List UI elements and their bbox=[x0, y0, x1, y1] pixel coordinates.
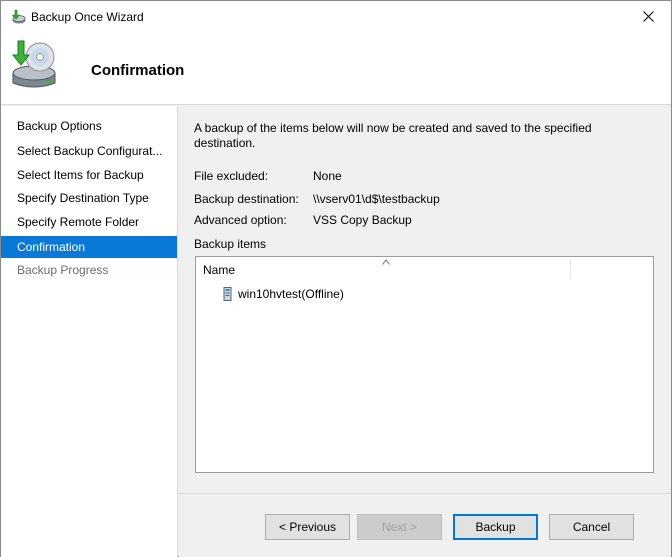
list-column-header[interactable]: Name bbox=[196, 257, 653, 281]
sidebar-item-backup-options[interactable]: Backup Options bbox=[1, 115, 177, 137]
previous-button[interactable]: < Previous bbox=[265, 514, 350, 540]
sidebar-item-specify-remote-folder[interactable]: Specify Remote Folder bbox=[1, 211, 177, 233]
backup-items-label: Backup items bbox=[194, 237, 267, 251]
wizard-header: Confirmation bbox=[1, 31, 671, 105]
list-item[interactable]: win10hvtest(Offline) bbox=[223, 285, 344, 303]
sidebar-item-confirmation[interactable]: Confirmation bbox=[1, 236, 177, 258]
backup-destination-label: Backup destination: bbox=[194, 192, 299, 206]
advanced-option-value: VSS Copy Backup bbox=[313, 213, 412, 227]
list-item-label: win10hvtest(Offline) bbox=[238, 287, 344, 301]
backup-items-list[interactable]: Name win10hvtest(Offline) bbox=[195, 256, 654, 473]
backup-button[interactable]: Backup bbox=[453, 514, 538, 540]
close-button[interactable] bbox=[625, 1, 671, 31]
file-excluded-label: File excluded: bbox=[194, 169, 269, 183]
disk-backup-arrow-icon bbox=[11, 40, 56, 88]
page-title: Confirmation bbox=[91, 62, 185, 79]
column-divider[interactable] bbox=[570, 259, 571, 279]
sidebar-item-specify-destination-type[interactable]: Specify Destination Type bbox=[1, 187, 177, 209]
cancel-button[interactable]: Cancel bbox=[549, 514, 634, 540]
sort-ascending-icon bbox=[382, 259, 390, 265]
next-button: Next > bbox=[357, 514, 442, 540]
sidebar-item-select-backup-configuration[interactable]: Select Backup Configurat... bbox=[1, 140, 177, 162]
sidebar-item-backup-progress: Backup Progress bbox=[17, 263, 109, 277]
file-excluded-value: None bbox=[313, 169, 342, 183]
backup-destination-value: \\vserv01\d$\testbackup bbox=[313, 192, 440, 206]
confirmation-panel: A backup of the items below will now be … bbox=[179, 106, 671, 493]
sidebar-item-select-items[interactable]: Select Items for Backup bbox=[1, 164, 177, 186]
wizard-steps-sidebar: Backup Options Select Backup Configurat.… bbox=[1, 106, 178, 557]
close-icon bbox=[642, 10, 654, 22]
wizard-footer: < Previous Next > Backup Cancel bbox=[179, 493, 671, 557]
virtual-machine-icon bbox=[223, 287, 232, 301]
window-title: Backup Once Wizard bbox=[31, 10, 144, 24]
column-name-header[interactable]: Name bbox=[203, 263, 235, 277]
title-bar: Backup Once Wizard bbox=[1, 1, 671, 31]
advanced-option-label: Advanced option: bbox=[194, 213, 287, 227]
intro-text: A backup of the items below will now be … bbox=[194, 121, 592, 150]
backup-wizard-icon bbox=[11, 9, 26, 24]
wizard-window: Backup Once Wizard Confirmation Backup O… bbox=[0, 0, 672, 557]
